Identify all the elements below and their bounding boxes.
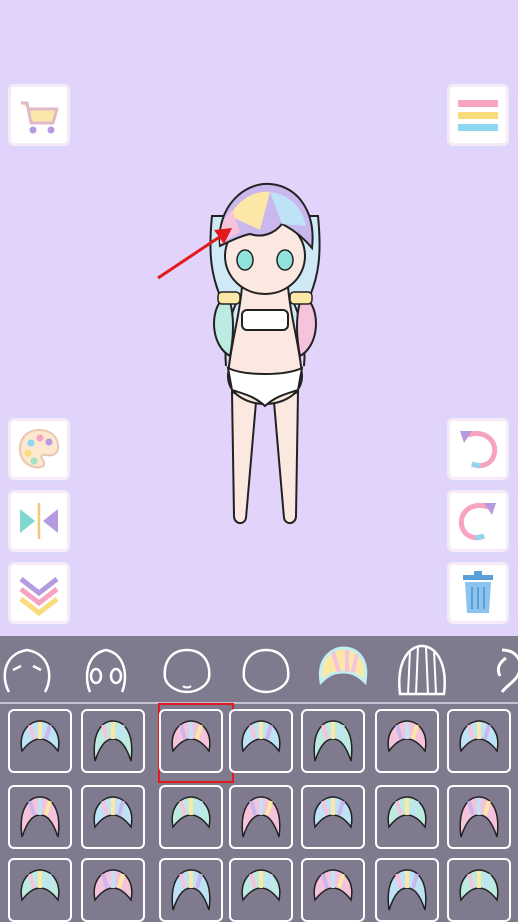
flip-button[interactable] (11, 493, 67, 549)
hair-style-icon (459, 720, 499, 753)
flip-icon (20, 503, 58, 539)
canvas-area (0, 0, 518, 636)
hair-style-icon (93, 796, 133, 829)
menu-button[interactable] (450, 87, 506, 143)
menu-icon (458, 100, 498, 131)
hair-item[interactable] (301, 709, 365, 773)
hair-front-icon (318, 646, 368, 686)
category-eyes[interactable] (0, 640, 57, 700)
hair-style-icon (20, 796, 60, 838)
collapse-icon (19, 577, 59, 617)
hair-style-icon (459, 869, 499, 902)
hair-item[interactable] (81, 709, 145, 773)
face-eyes-icon (3, 648, 51, 693)
hair-style-icon (171, 796, 211, 829)
hair-style-icon (171, 869, 211, 911)
hair-item[interactable] (447, 858, 511, 922)
face-outline-icon (242, 648, 290, 694)
hair-style-icon (313, 796, 353, 829)
category-mouth[interactable] (157, 640, 217, 700)
trash-icon (463, 571, 493, 613)
face-ears-icon (85, 648, 127, 693)
hair-style-icon (93, 869, 133, 902)
hair-style-icon (241, 869, 281, 902)
hair-item[interactable] (447, 785, 511, 849)
hair-item[interactable] (81, 858, 145, 922)
hair-item[interactable] (301, 858, 365, 922)
hair-side-icon (496, 648, 518, 693)
hair-item[interactable] (159, 709, 223, 773)
hair-item[interactable] (229, 785, 293, 849)
hair-item[interactable] (229, 858, 293, 922)
collapse-button[interactable] (11, 565, 67, 621)
hair-style-icon (20, 720, 60, 753)
hair-item[interactable] (375, 785, 439, 849)
hair-style-icon (387, 869, 427, 911)
annotation-arrow (157, 228, 232, 280)
hair-style-icon (387, 796, 427, 829)
hair-item[interactable] (375, 709, 439, 773)
shopping-cart-icon (21, 101, 59, 134)
delete-button[interactable] (450, 565, 506, 621)
hair-item[interactable] (375, 858, 439, 922)
hair-item[interactable] (229, 709, 293, 773)
undo-icon (460, 431, 498, 469)
hair-back-icon (398, 644, 446, 696)
hair-item[interactable] (159, 858, 223, 922)
redo-button[interactable] (450, 493, 506, 549)
hair-item[interactable] (81, 785, 145, 849)
category-ears[interactable] (76, 640, 136, 700)
shop-button[interactable] (11, 87, 67, 143)
category-front-hair[interactable] (313, 640, 373, 700)
hair-style-icon (241, 720, 281, 753)
redo-icon (458, 503, 496, 541)
hair-item[interactable] (159, 785, 223, 849)
hair-style-icon (313, 720, 353, 762)
hair-style-icon (241, 796, 281, 838)
category-face[interactable] (236, 640, 296, 700)
hair-item[interactable] (301, 785, 365, 849)
undo-button[interactable] (450, 421, 506, 477)
hair-item[interactable] (8, 709, 72, 773)
hair-style-icon (387, 720, 427, 753)
hair-item[interactable] (447, 709, 511, 773)
face-mouth-icon (163, 648, 211, 694)
hair-style-icon (171, 720, 211, 753)
hair-style-icon (93, 720, 133, 762)
category-back-hair[interactable] (392, 640, 452, 700)
hair-item[interactable] (8, 785, 72, 849)
category-side-hair[interactable] (472, 640, 518, 700)
hair-style-icon (459, 796, 499, 838)
hair-item[interactable] (8, 858, 72, 922)
hair-style-icon (313, 869, 353, 902)
hair-style-icon (20, 869, 60, 902)
palette-icon (18, 428, 60, 469)
color-palette-button[interactable] (11, 421, 67, 477)
